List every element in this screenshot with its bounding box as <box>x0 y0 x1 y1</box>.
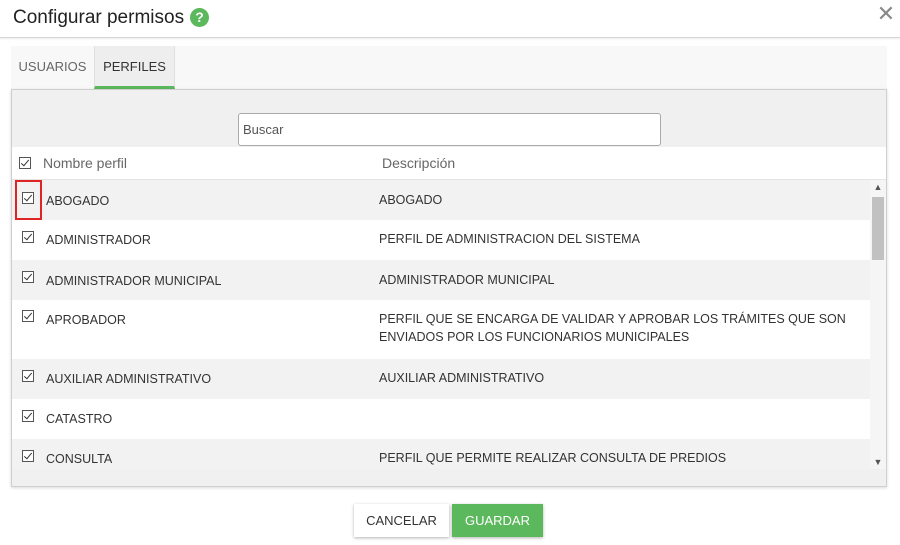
table-row[interactable]: ABOGADO ABOGADO <box>12 180 870 220</box>
table-row[interactable]: ADMINISTRADOR PERFIL DE ADMINISTRACION D… <box>12 220 870 260</box>
row-checkbox[interactable] <box>22 410 34 422</box>
profile-description: AUXILIAR ADMINISTRATIVO <box>379 371 545 385</box>
scroll-down-icon[interactable]: ▼ <box>870 455 886 469</box>
table-row[interactable]: AUXILIAR ADMINISTRATIVO AUXILIAR ADMINIS… <box>12 359 870 399</box>
table-scrollbar[interactable]: ▲ ▼ <box>870 180 886 469</box>
profiles-table-body: ABOGADO ABOGADO ADMINISTRADOR PERFIL DE … <box>12 180 870 469</box>
profile-description: PERFIL QUE PERMITE REALIZAR CONSULTA DE … <box>379 451 727 465</box>
profile-name: AUXILIAR ADMINISTRATIVO <box>46 372 212 386</box>
scrollbar-thumb[interactable] <box>872 197 884 260</box>
table-header: Nombre perfil Descripción <box>12 147 886 180</box>
profile-description: ADMINISTRADOR MUNICIPAL <box>379 273 555 287</box>
table-row[interactable]: CONSULTA PERFIL QUE PERMITE REALIZAR CON… <box>12 439 870 469</box>
row-checkbox[interactable] <box>22 271 34 283</box>
close-icon[interactable]: ✕ <box>876 2 896 26</box>
profile-description: PERFIL DE ADMINISTRACION DEL SISTEMA <box>379 232 640 246</box>
profiles-panel: Buscar Nombre perfil Descripción ABOGADO… <box>11 89 887 487</box>
profile-description: ABOGADO <box>379 193 443 207</box>
dialog-header: Configurar permisos ? ✕ <box>0 0 900 38</box>
row-checkbox[interactable] <box>22 231 34 243</box>
profile-name: ADMINISTRADOR MUNICIPAL <box>46 274 222 288</box>
profile-description: PERFIL QUE SE ENCARGA DE VALIDAR Y APROB… <box>379 312 846 344</box>
cancel-button[interactable]: CANCELAR <box>354 504 449 537</box>
save-button[interactable]: GUARDAR <box>452 504 543 537</box>
table-row[interactable]: CATASTRO <box>12 399 870 439</box>
question-circle-icon[interactable]: ? <box>190 8 209 27</box>
scroll-up-icon[interactable]: ▲ <box>870 180 886 194</box>
profile-name: ABOGADO <box>46 194 110 208</box>
checkbox-highlight-box <box>15 180 42 220</box>
table-row[interactable]: ADMINISTRADOR MUNICIPAL ADMINISTRADOR MU… <box>12 260 870 300</box>
row-checkbox[interactable] <box>22 310 34 322</box>
select-all-checkbox[interactable] <box>19 157 31 169</box>
column-header-description: Descripción <box>382 155 456 171</box>
tab-bar: USUARIOS PERFILES <box>11 46 887 89</box>
search-input[interactable]: Buscar <box>238 113 661 146</box>
profile-name: CATASTRO <box>46 412 113 426</box>
table-row[interactable]: APROBADOR PERFIL QUE SE ENCARGA DE VALID… <box>12 300 870 359</box>
column-header-name: Nombre perfil <box>43 155 128 171</box>
dialog-title: Configurar permisos <box>13 7 185 28</box>
profile-name: CONSULTA <box>46 452 113 466</box>
tab-usuarios[interactable]: USUARIOS <box>11 46 94 89</box>
row-checkbox[interactable] <box>22 370 34 382</box>
row-checkbox[interactable] <box>22 450 34 462</box>
tab-perfiles[interactable]: PERFILES <box>94 46 175 89</box>
profile-name: APROBADOR <box>46 313 126 327</box>
configure-permissions-dialog: Configurar permisos ? ✕ USUARIOS PERFILE… <box>0 0 900 545</box>
profile-name: ADMINISTRADOR <box>46 233 151 247</box>
